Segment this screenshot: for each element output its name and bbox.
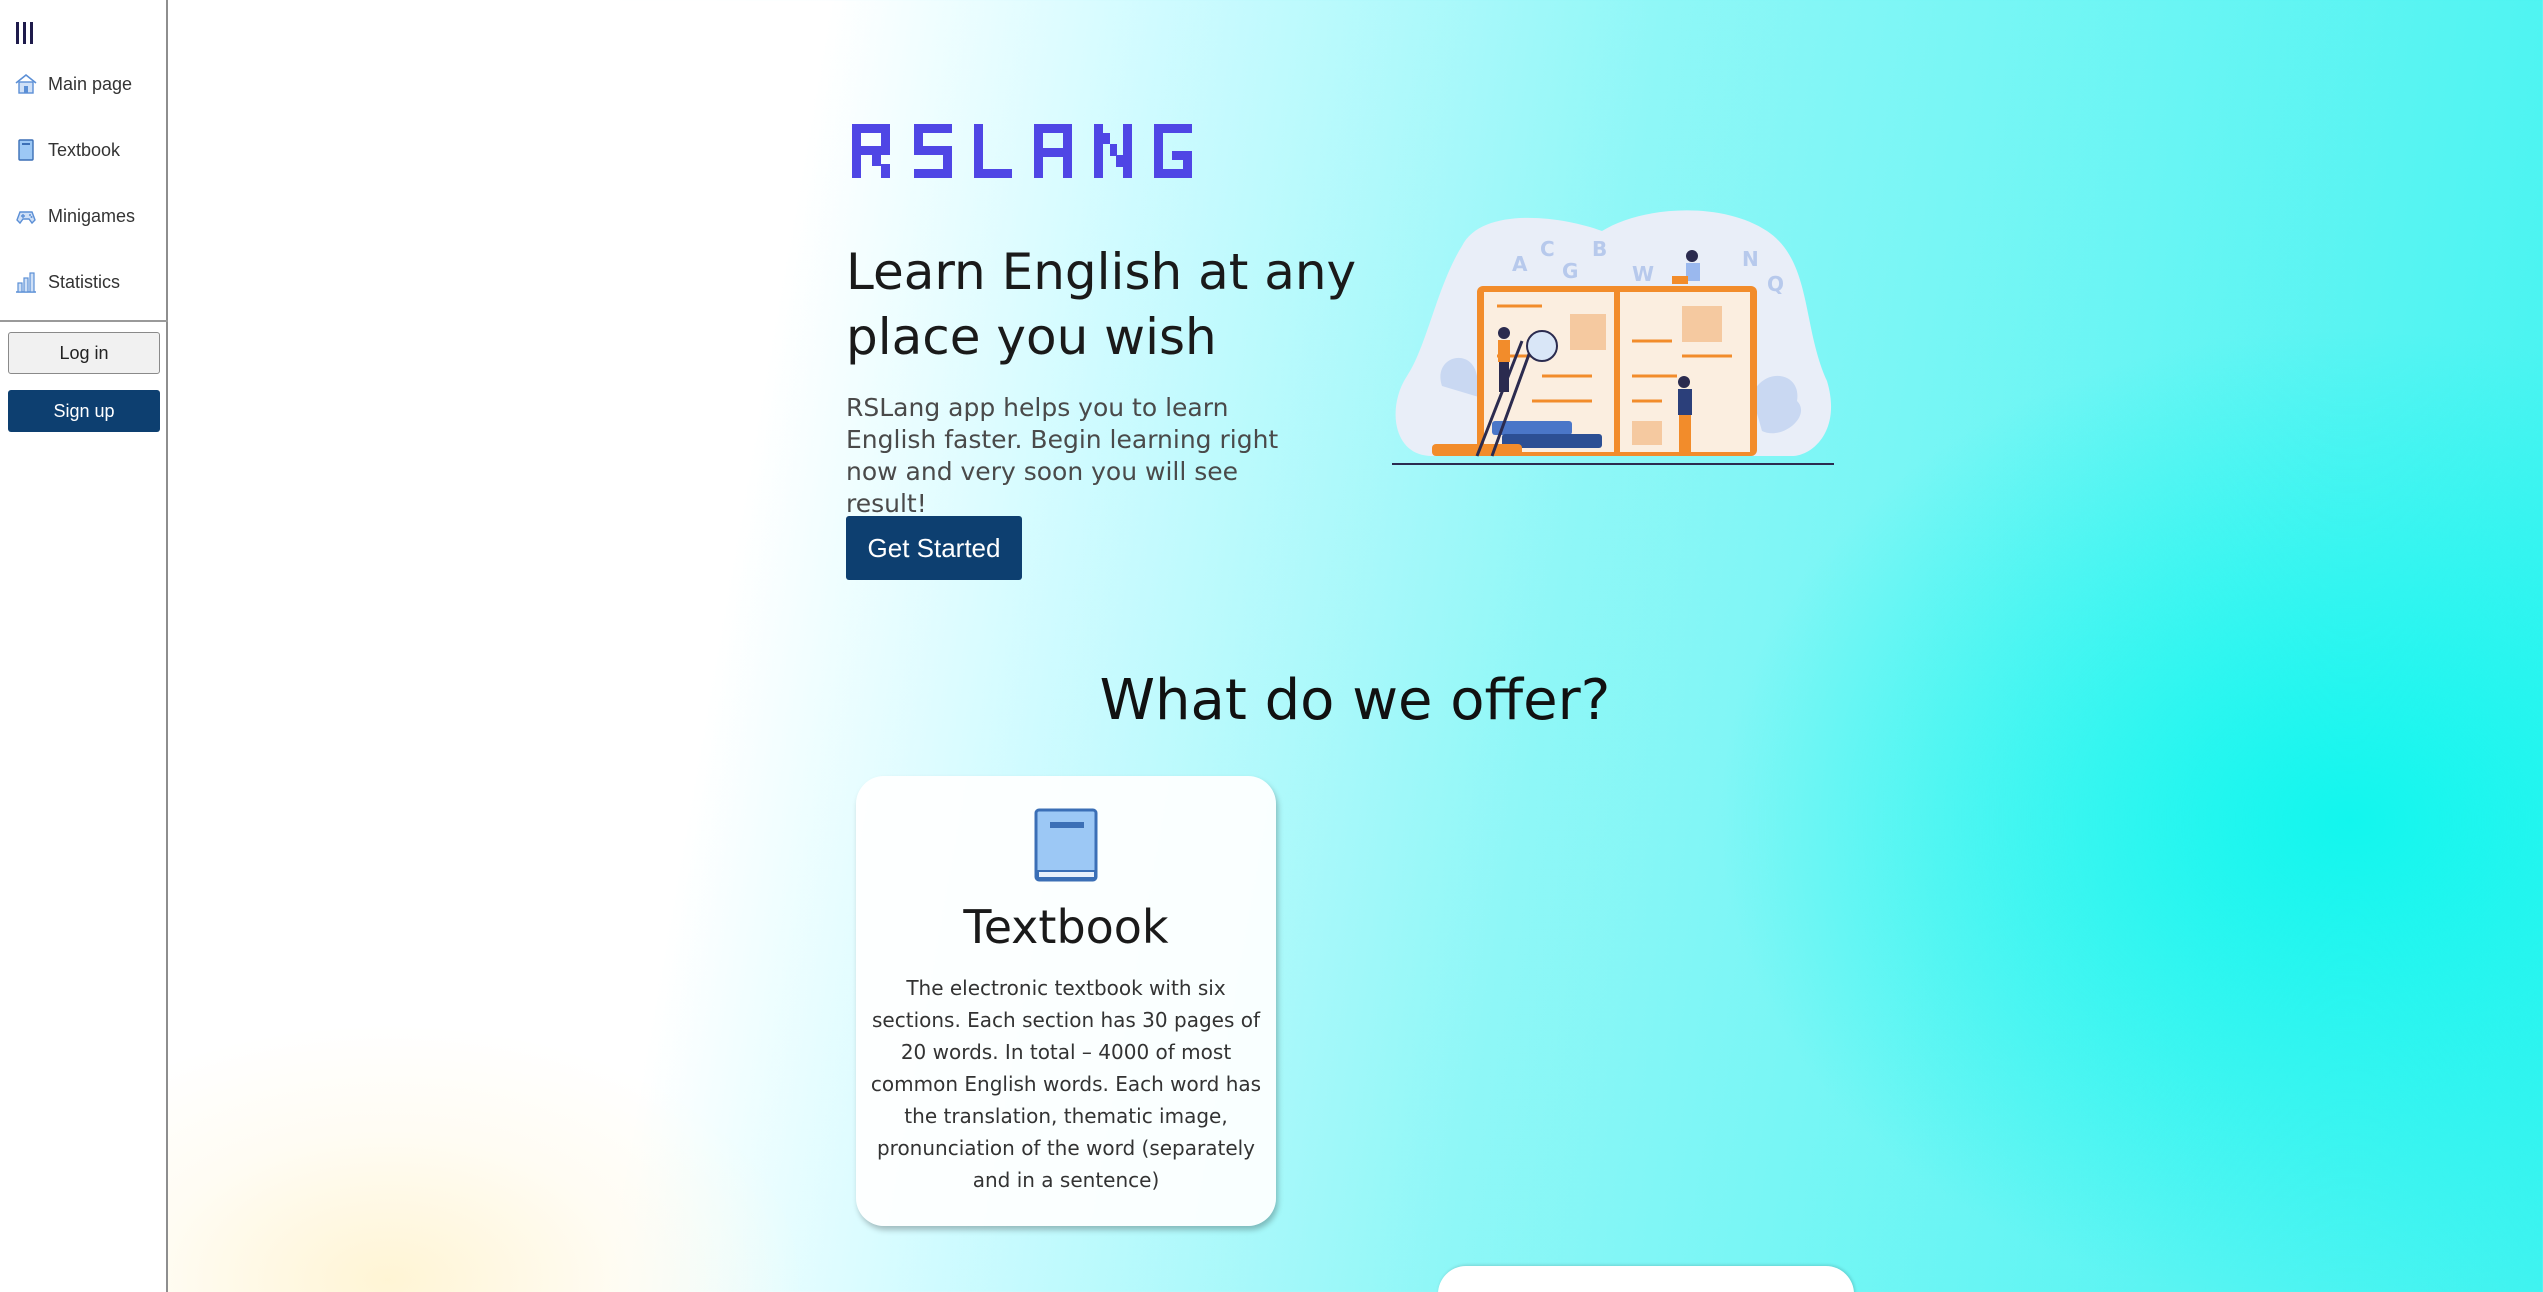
svg-text:B: B — [1592, 237, 1607, 261]
offers-title: What do we offer? — [1099, 668, 1611, 733]
sidebar-item-label: Statistics — [48, 271, 121, 292]
gamepad-icon — [16, 211, 36, 225]
login-button[interactable]: Log in — [8, 332, 160, 374]
hero-illustration: ACG B W NQ — [1392, 210, 1834, 465]
svg-text:A: A — [1512, 252, 1528, 276]
sidebar-item-label: Textbook — [48, 139, 121, 160]
sidebar-item-label: Main page — [48, 73, 133, 94]
svg-text:C: C — [1540, 237, 1555, 261]
sidebar-divider — [0, 320, 168, 322]
sidebar-item-statistics[interactable]: Statistics — [14, 270, 120, 294]
book-icon — [1034, 808, 1098, 882]
offer-card-next[interactable] — [1438, 1266, 1854, 1292]
sidebar-item-main-page[interactable]: Main page — [14, 72, 132, 96]
book-icon — [18, 139, 34, 161]
offer-card-title: Textbook — [963, 900, 1169, 954]
bar-chart-icon — [16, 272, 36, 293]
rslang-logo — [852, 124, 1192, 178]
home-icon — [15, 73, 37, 94]
hero-title: Learn English at any place you wish — [846, 243, 1357, 366]
svg-text:N: N — [1742, 247, 1759, 271]
sidebar-item-textbook[interactable]: Textbook — [14, 138, 120, 162]
hero-description: RSLang app helps you to learn English fa… — [846, 393, 1279, 518]
svg-text:G: G — [1562, 259, 1578, 283]
get-started-button[interactable]: Get Started — [846, 516, 1022, 580]
offer-card-text: The electronic textbook with six section… — [870, 976, 1262, 1192]
menu-toggle-icon[interactable] — [16, 22, 38, 44]
svg-text:W: W — [1632, 262, 1654, 286]
sidebar-item-minigames[interactable]: Minigames — [14, 204, 135, 228]
offer-card-textbook[interactable]: Textbook The electronic textbook with si… — [856, 776, 1276, 1226]
sidebar: Main page Textbook Minigames Statistics … — [0, 0, 168, 1292]
svg-text:Q: Q — [1767, 272, 1784, 296]
sidebar-item-label: Minigames — [48, 205, 136, 226]
signup-button[interactable]: Sign up — [8, 390, 160, 432]
